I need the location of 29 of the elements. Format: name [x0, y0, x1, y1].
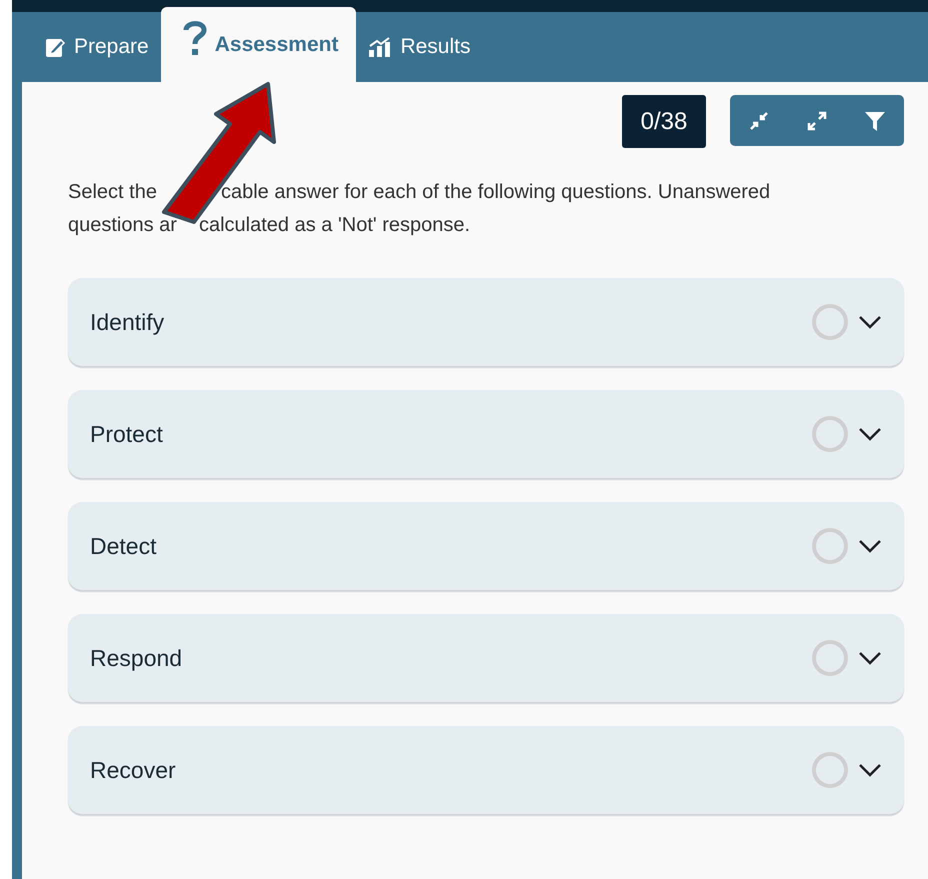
- accordion-section[interactable]: Identify: [68, 278, 904, 366]
- instruction-text: calculated as a 'Not' response.: [198, 213, 470, 238]
- status-circle-icon: [810, 750, 850, 790]
- tab[interactable]: Prepare: [32, 12, 161, 82]
- instruction-text: questions ar: [68, 213, 177, 238]
- chevron-icon: [858, 651, 882, 665]
- tab[interactable]: Results: [356, 12, 482, 82]
- filter-icon: [864, 110, 886, 132]
- question-mark-icon: [182, 20, 207, 58]
- accordion-section[interactable]: Respond: [68, 614, 904, 702]
- accordion-section[interactable]: Detect: [68, 502, 904, 590]
- chevron-icon: [858, 763, 882, 777]
- status-circle-icon: [810, 414, 850, 454]
- status-circle-icon: [810, 638, 850, 678]
- collapse-icon: [749, 110, 769, 130]
- status-circle-icon: [810, 302, 850, 342]
- accordion-section[interactable]: Protect: [68, 390, 904, 478]
- instruction-text: cable answer for each of the following questions. Unanswered: [220, 180, 770, 205]
- chevron-icon: [858, 539, 882, 553]
- accordion-section[interactable]: Recover: [68, 726, 904, 814]
- chevron-icon: [858, 315, 882, 329]
- instruction-text: Select the: [68, 180, 157, 205]
- progress-counter: 0/38: [622, 95, 706, 148]
- expand-icon: [806, 110, 828, 132]
- chevron-icon: [858, 427, 882, 441]
- tab[interactable]: Assessment: [160, 7, 356, 82]
- status-circle-icon: [810, 526, 850, 566]
- bar-chart-icon: [368, 37, 392, 57]
- edit-icon: [44, 36, 66, 58]
